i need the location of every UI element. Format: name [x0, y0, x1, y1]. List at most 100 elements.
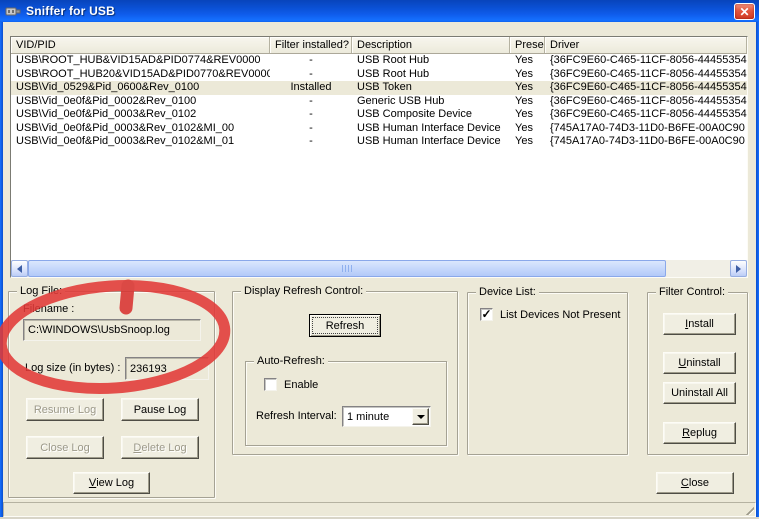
auto-refresh-group-label: Auto-Refresh: — [254, 355, 328, 367]
view-log-button[interactable]: View Log — [73, 472, 150, 494]
enable-checkbox[interactable] — [264, 378, 277, 391]
window-title: Sniffer for USB — [26, 4, 115, 18]
cell-vid-pid: USB\Vid_0529&Pid_0600&Rev_0100 — [11, 81, 270, 95]
window-frame-left — [0, 22, 3, 519]
column-header-driver[interactable]: Driver — [545, 37, 747, 53]
app-icon — [5, 4, 21, 18]
chevron-down-icon — [417, 415, 425, 419]
right-arrow-icon — [736, 265, 741, 273]
cell-vid-pid: USB\ROOT_HUB20&VID15AD&PID0770&REV0000 — [11, 68, 270, 82]
log-size-label: Log size (in bytes) : — [25, 362, 120, 374]
cell-description: USB Token — [352, 81, 510, 95]
column-header-present[interactable]: Present — [510, 37, 545, 53]
column-header-vid-pid[interactable]: VID/PID — [11, 37, 270, 53]
listview-body: USB\ROOT_HUB&VID15AD&PID0774&REV0000 - U… — [11, 54, 747, 260]
log-file-group: Log File: Filename : C:\WINDOWS\UsbSnoop… — [8, 291, 215, 498]
horizontal-scrollbar[interactable] — [11, 260, 747, 277]
refresh-button[interactable]: Refresh — [309, 314, 381, 337]
device-listview: VID/PID Filter installed? Description Pr… — [10, 36, 748, 278]
table-row[interactable]: USB\ROOT_HUB20&VID15AD&PID0770&REV0000 -… — [11, 68, 747, 82]
column-header-filter-installed[interactable]: Filter installed? — [270, 37, 352, 53]
cell-driver: {36FC9E60-C465-11CF-8056-44455354 — [545, 81, 747, 95]
filename-value: C:\WINDOWS\UsbSnoop.log — [28, 324, 170, 336]
checkmark-icon: ✓ — [481, 308, 491, 320]
device-list-group-label: Device List: — [476, 286, 539, 298]
cell-filter: - — [270, 95, 352, 109]
cell-filter: - — [270, 122, 352, 136]
column-header-description[interactable]: Description — [352, 37, 510, 53]
cell-present: Yes — [510, 108, 545, 122]
cell-vid-pid: USB\Vid_0e0f&Pid_0003&Rev_0102 — [11, 108, 270, 122]
thumb-grip-icon — [342, 265, 353, 272]
auto-refresh-group: Auto-Refresh: Enable Refresh Interval: 1… — [245, 361, 447, 446]
device-list-group: Device List: ✓ List Devices Not Present — [467, 292, 628, 455]
cell-present: Yes — [510, 135, 545, 149]
close-x-icon: ✕ — [739, 6, 749, 18]
cell-present: Yes — [510, 81, 545, 95]
replug-button[interactable]: Replug — [663, 422, 736, 444]
listview-header: VID/PID Filter installed? Description Pr… — [11, 37, 747, 54]
cell-description: USB Human Interface Device — [352, 135, 510, 149]
log-size-value: 236193 — [130, 363, 167, 375]
cell-present: Yes — [510, 68, 545, 82]
scrollbar-thumb[interactable] — [28, 260, 666, 277]
log-size-field[interactable]: 236193 — [125, 357, 209, 380]
refresh-interval-dropdown[interactable]: 1 minute — [342, 406, 431, 427]
cell-description: USB Root Hub — [352, 54, 510, 68]
cell-filter: Installed — [270, 81, 352, 95]
refresh-interval-label: Refresh Interval: — [256, 410, 337, 422]
cell-description: USB Root Hub — [352, 68, 510, 82]
cell-driver: {36FC9E60-C465-11CF-8056-44455354 — [545, 95, 747, 109]
cell-filter: - — [270, 68, 352, 82]
cell-present: Yes — [510, 122, 545, 136]
cell-driver: {36FC9E60-C465-11CF-8056-44455354 — [545, 54, 747, 68]
scroll-right-arrow[interactable] — [730, 260, 747, 277]
filter-control-group: Filter Control: Install Uninstall Uninst… — [647, 292, 748, 455]
uninstall-all-button[interactable]: Uninstall All — [663, 382, 736, 404]
cell-filter: - — [270, 135, 352, 149]
install-button[interactable]: Install — [663, 313, 736, 335]
filter-control-group-label: Filter Control: — [656, 286, 728, 298]
cell-description: USB Human Interface Device — [352, 122, 510, 136]
pause-log-button[interactable]: Pause Log — [121, 398, 199, 421]
table-row[interactable]: USB\Vid_0e0f&Pid_0003&Rev_0102&MI_00 - U… — [11, 122, 747, 136]
enable-label: Enable — [284, 379, 318, 391]
cell-vid-pid: USB\ROOT_HUB&VID15AD&PID0774&REV0000 — [11, 54, 270, 68]
dropdown-arrow-button[interactable] — [412, 408, 429, 425]
delete-log-button[interactable]: Delete Log — [121, 436, 199, 459]
resume-log-button[interactable]: Resume Log — [26, 398, 104, 421]
refresh-interval-value: 1 minute — [343, 411, 412, 423]
app-window: Sniffer for USB ✕ VID/PID Filter install… — [0, 0, 759, 519]
cell-driver: {745A17A0-74D3-11D0-B6FE-00A0C90 — [545, 122, 747, 136]
uninstall-button[interactable]: Uninstall — [663, 352, 736, 374]
table-row[interactable]: USB\Vid_0e0f&Pid_0003&Rev_0102 - USB Com… — [11, 108, 747, 122]
resize-grip[interactable] — [742, 503, 754, 515]
left-arrow-icon — [17, 265, 22, 273]
table-row-selected[interactable]: USB\Vid_0529&Pid_0600&Rev_0100 Installed… — [11, 81, 747, 95]
cell-filter: - — [270, 54, 352, 68]
close-window-button[interactable]: ✕ — [734, 3, 755, 20]
cell-driver: {745A17A0-74D3-11D0-B6FE-00A0C90 — [545, 135, 747, 149]
table-row[interactable]: USB\ROOT_HUB&VID15AD&PID0774&REV0000 - U… — [11, 54, 747, 68]
cell-filter: - — [270, 108, 352, 122]
cell-present: Yes — [510, 95, 545, 109]
cell-driver: {36FC9E60-C465-11CF-8056-44455354 — [545, 108, 747, 122]
log-file-group-label: Log File: — [17, 285, 65, 297]
cell-description: Generic USB Hub — [352, 95, 510, 109]
titlebar[interactable]: Sniffer for USB ✕ — [0, 0, 759, 22]
display-refresh-group: Display Refresh Control: Refresh Auto-Re… — [232, 291, 458, 455]
cell-vid-pid: USB\Vid_0e0f&Pid_0003&Rev_0102&MI_01 — [11, 135, 270, 149]
filename-field[interactable]: C:\WINDOWS\UsbSnoop.log — [23, 319, 201, 341]
statusbar — [3, 502, 756, 517]
filename-label: Filename : — [23, 303, 74, 315]
cell-driver: {36FC9E60-C465-11CF-8056-44455354 — [545, 68, 747, 82]
close-dialog-button[interactable]: Close — [656, 472, 734, 494]
table-row[interactable]: USB\Vid_0e0f&Pid_0003&Rev_0102&MI_01 - U… — [11, 135, 747, 149]
close-log-button[interactable]: Close Log — [26, 436, 104, 459]
display-refresh-group-label: Display Refresh Control: — [241, 285, 366, 297]
scroll-left-arrow[interactable] — [11, 260, 28, 277]
table-row[interactable]: USB\Vid_0e0f&Pid_0002&Rev_0100 - Generic… — [11, 95, 747, 109]
list-devices-not-present-checkbox[interactable]: ✓ — [480, 308, 493, 321]
cell-vid-pid: USB\Vid_0e0f&Pid_0002&Rev_0100 — [11, 95, 270, 109]
list-devices-not-present-label: List Devices Not Present — [500, 309, 620, 321]
